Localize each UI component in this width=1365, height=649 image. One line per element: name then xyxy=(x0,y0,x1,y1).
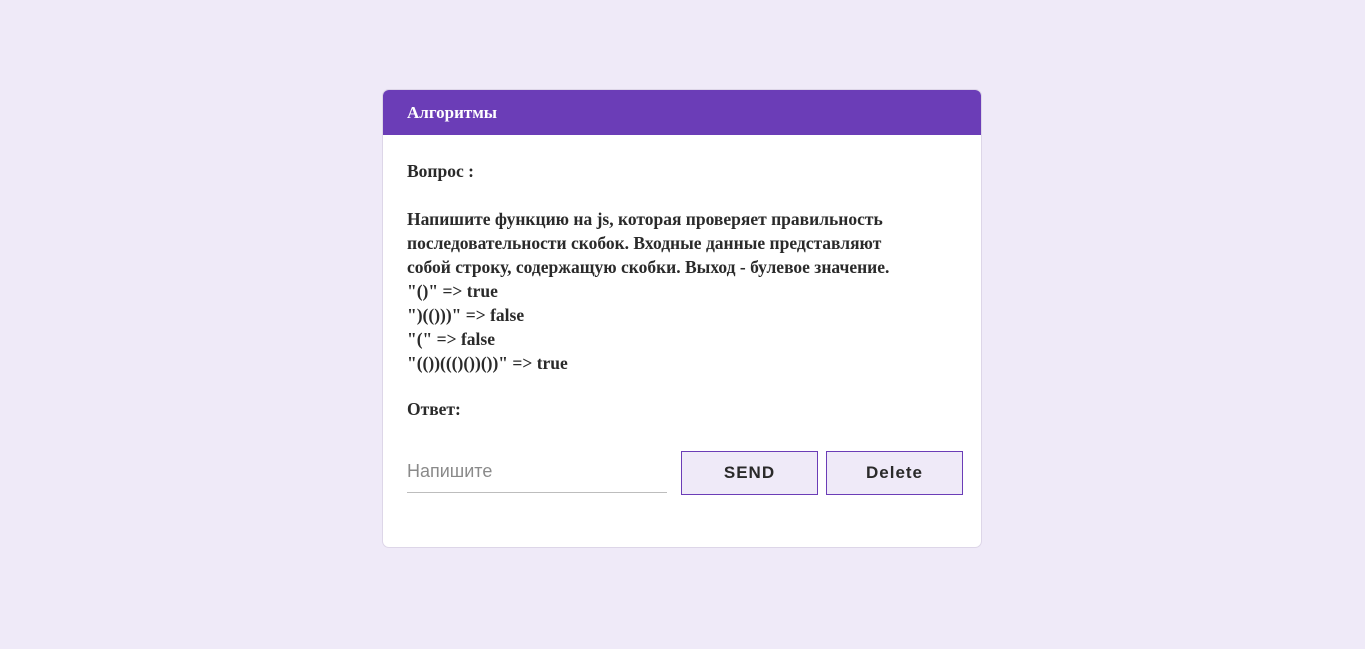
delete-button[interactable]: Delete xyxy=(826,451,963,495)
answer-input[interactable] xyxy=(407,451,667,493)
card-header: Алгоритмы xyxy=(383,90,981,135)
question-card: Алгоритмы Вопрос : Напишите функцию на j… xyxy=(382,89,982,548)
answer-row: SEND Delete xyxy=(407,451,963,495)
card-body: Вопрос : Напишите функцию на js, которая… xyxy=(383,135,981,421)
question-example: "()" => true xyxy=(407,281,498,301)
question-example: ")(()))" => false xyxy=(407,305,525,325)
question-text: Напишите функцию на js, которая проверяе… xyxy=(407,207,957,375)
question-line: последовательности скобок. Входные данны… xyxy=(407,233,882,253)
answer-label: Ответ: xyxy=(407,399,461,419)
send-button[interactable]: SEND xyxy=(681,451,818,495)
question-label: Вопрос : xyxy=(407,161,474,181)
card-title: Алгоритмы xyxy=(407,103,498,122)
question-example: "(())((()())())" => true xyxy=(407,353,568,373)
question-line: Напишите функцию на js, которая проверяе… xyxy=(407,209,883,229)
question-example: "(" => false xyxy=(407,329,495,349)
question-line: собой строку, содержащую скобки. Выход -… xyxy=(407,257,890,277)
